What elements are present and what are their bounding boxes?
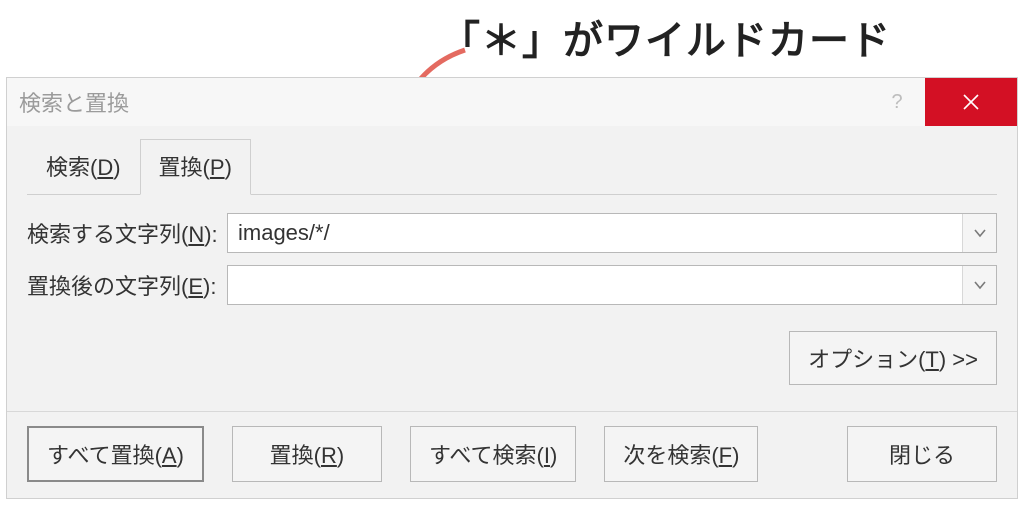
find-input[interactable] [228, 214, 962, 252]
action-bar: すべて置換(A) 置換(R) すべて検索(I) 次を検索(F) 閉じる [7, 411, 1017, 498]
dialog-body: 検索(D) 置換(P) 検索する文字列(N): 置換後の文字列(E): [7, 126, 1017, 411]
tab-replace-label: 置換(P) [159, 155, 232, 180]
options-row: オプション(T) >> [27, 331, 997, 385]
close-icon [962, 93, 980, 111]
dialog-title: 検索と置換 [7, 86, 129, 118]
options-button[interactable]: オプション(T) >> [789, 331, 997, 385]
find-next-button[interactable]: 次を検索(F) [604, 426, 758, 482]
replace-label: 置換後の文字列(E): [27, 269, 227, 301]
find-dropdown-button[interactable] [962, 214, 996, 252]
close-window-button[interactable] [925, 78, 1017, 126]
find-all-button[interactable]: すべて検索(I) [410, 426, 576, 482]
replace-combobox [227, 265, 997, 305]
replace-all-button[interactable]: すべて置換(A) [27, 426, 204, 482]
find-row: 検索する文字列(N): [27, 213, 997, 253]
chevron-down-icon [973, 228, 987, 238]
tabs: 検索(D) 置換(P) [27, 138, 997, 195]
find-label: 検索する文字列(N): [27, 217, 227, 249]
replace-row: 置換後の文字列(E): [27, 265, 997, 305]
chevron-down-icon [973, 280, 987, 290]
tab-search[interactable]: 検索(D) [27, 139, 140, 195]
tab-replace[interactable]: 置換(P) [140, 139, 251, 195]
titlebar: 検索と置換 ? [7, 78, 1017, 126]
replace-dropdown-button[interactable] [962, 266, 996, 304]
close-button[interactable]: 閉じる [847, 426, 997, 482]
replace-input[interactable] [228, 266, 962, 304]
find-replace-dialog: 検索と置換 ? 検索(D) 置換(P) 検索する文字列(N): [6, 77, 1018, 499]
replace-button[interactable]: 置換(R) [232, 426, 382, 482]
find-combobox [227, 213, 997, 253]
tab-search-label: 検索(D) [46, 155, 121, 180]
spacer [786, 426, 819, 482]
help-button[interactable]: ? [869, 78, 925, 126]
annotation-wildcard-note: 「＊」がワイルドカード [440, 8, 891, 66]
titlebar-controls: ? [869, 78, 1017, 126]
